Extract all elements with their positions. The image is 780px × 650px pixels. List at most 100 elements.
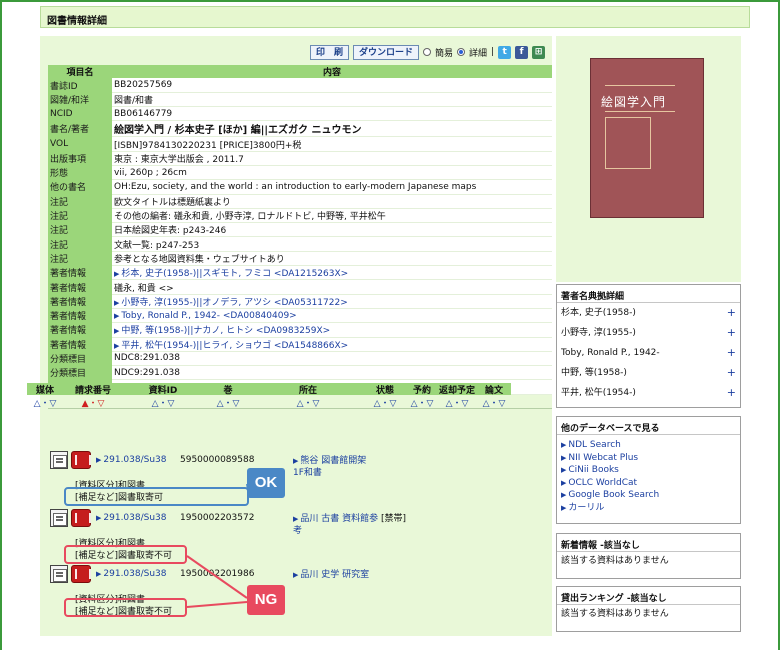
download-button[interactable]: ダウンロード — [353, 44, 420, 60]
link-triangle-icon: ▶ — [561, 491, 567, 500]
info-value: 東京 : 東京大学出版会 , 2011.7 — [112, 151, 552, 166]
info-key: 著者情報 — [48, 265, 112, 280]
expand-plus-icon[interactable]: + — [727, 303, 736, 323]
location: 熊谷 図書館開架 — [300, 456, 367, 466]
new-arrivals-message: 該当する資料はありません — [561, 556, 669, 566]
info-row: 形態 vii, 260p ; 26cm — [48, 165, 552, 181]
info-value: NDC9:291.038 — [112, 365, 552, 381]
sort-toggle[interactable]: △・▽ — [437, 396, 477, 409]
share-icon[interactable]: ⊞ — [532, 45, 546, 59]
info-value: その他の編者: 礒永和貴, 小野寺淳, ロナルドトビ, 中野等, 平井松午 — [112, 208, 552, 224]
ok-badge: OK — [247, 468, 285, 498]
author-link[interactable]: 平井, 松午(1954-)||ヒライ, ショウゴ <DA1548866X> — [121, 341, 348, 351]
twitter-icon[interactable]: t — [498, 45, 512, 59]
link-triangle-icon: ▶ — [114, 298, 120, 307]
link-triangle-icon: ▶ — [293, 457, 299, 465]
location: 品川 史学 研究室 — [300, 570, 370, 580]
new-arrivals-title: 新着情報 -該当なし — [557, 534, 740, 552]
print-button[interactable]: 印 刷 — [310, 44, 350, 60]
external-db-link[interactable]: ▶ NII Webcat Plus — [557, 452, 740, 465]
info-row: 注記 文献一覧: p247-253 — [48, 236, 552, 252]
info-key: 著者情報 — [48, 322, 112, 338]
holding-row: ▶ 291.038/Su38 1950002203572 ▶ 品川 古書 資料館参 [禁… — [50, 509, 550, 561]
author-link[interactable]: Toby, Ronald P., 1942- <DA00840409> — [121, 311, 296, 321]
external-db-label: CiNii Books — [568, 465, 619, 476]
authority-name: 中野, 等(1958-) — [561, 368, 627, 378]
expand-plus-icon[interactable]: + — [727, 323, 736, 343]
other-db-box: 他のデータベースで見る ▶ NDL Search ▶ NII Webcat Plus ▶… — [556, 416, 741, 524]
location-2: 考 — [293, 526, 303, 536]
detail-radio[interactable] — [457, 48, 466, 56]
detail-label: 詳細 — [469, 48, 488, 59]
link-triangle-icon: ▶ — [561, 478, 567, 487]
reserve-icon[interactable] — [71, 451, 91, 469]
sort-toggle[interactable]: △・▽ — [407, 396, 437, 409]
location: 品川 古書 資料館参 — [300, 514, 379, 524]
external-db-link[interactable]: ▶ NDL Search — [557, 439, 740, 452]
link-triangle-icon: ▶ — [114, 311, 120, 320]
info-key: 分類標目 — [48, 351, 112, 366]
link-triangle-icon: ▶ — [114, 327, 120, 336]
facebook-icon[interactable]: f — [515, 45, 529, 59]
authority-item: 杉本, 史子(1958-) + — [557, 303, 740, 323]
external-db-link[interactable]: ▶ カーリル — [557, 502, 740, 515]
info-row: 著者情報 ▶ 中野, 等(1958-)||ナカノ, ヒトシ <DA0983259X> — [48, 322, 552, 338]
reserve-icon[interactable] — [71, 509, 91, 527]
sort-toggle[interactable]: △・▽ — [203, 396, 253, 409]
info-value: 参考となる地図資料集・ウェブサイトあり — [112, 251, 552, 267]
external-db-link[interactable]: ▶ OCLC WorldCat — [557, 477, 740, 490]
call-number-link[interactable]: ▶ 291.038/Su38 — [96, 569, 167, 579]
info-value: 絵図学入門 / 杉本史子 [ほか] 編||エズガク ニュウモン — [112, 120, 552, 138]
external-db-link[interactable]: ▶ Google Book Search — [557, 489, 740, 502]
authority-box-title: 著者名典拠詳細 — [557, 285, 740, 303]
holdings-col-header: 状態 — [375, 386, 394, 396]
info-row: 著者情報 ▶ Toby, Ronald P., 1942- <DA00840409> — [48, 308, 552, 324]
info-key: 出版事項 — [48, 151, 112, 166]
info-key: 他の書名 — [48, 179, 112, 195]
col-header-key: 項目名 — [48, 65, 112, 78]
authority-box: 著者名典拠詳細 杉本, 史子(1958-) + 小野寺, 淳(1955-) + Toby… — [556, 284, 741, 408]
sort-toggle[interactable]: △・▽ — [123, 396, 203, 409]
info-row: 図雑/和洋 図書/和書 — [48, 92, 552, 108]
holdings-col-header: 資料ID — [148, 386, 178, 396]
link-triangle-icon: ▶ — [114, 341, 120, 350]
cover-panel: 絵図学入門 — [556, 36, 741, 282]
external-db-label: NII Webcat Plus — [568, 452, 639, 463]
sort-toggle[interactable]: △・▽ — [477, 396, 511, 409]
expand-plus-icon[interactable]: + — [727, 363, 736, 383]
expand-plus-icon[interactable]: + — [727, 343, 736, 363]
info-value: vii, 260p ; 26cm — [112, 165, 552, 181]
external-db-link[interactable]: ▶ CiNii Books — [557, 464, 740, 477]
author-link[interactable]: 小野寺, 淳(1955-)||オノデラ, アツシ <DA05311722> — [121, 298, 347, 308]
info-key: 注記 — [48, 236, 112, 252]
link-triangle-icon: ▶ — [96, 514, 102, 522]
sort-toggle[interactable]: △・▽ — [27, 396, 63, 409]
col-header-value: 内容 — [112, 65, 552, 78]
sort-toggle[interactable]: ▲・▽ — [63, 396, 123, 409]
sort-toggle[interactable]: △・▽ — [253, 396, 363, 409]
info-key: 著者情報 — [48, 279, 112, 295]
expand-plus-icon[interactable]: + — [727, 383, 736, 403]
toolbar: 印 刷 ダウンロード 簡易 詳細 | t f ⊞ — [310, 44, 546, 60]
link-triangle-icon: ▶ — [96, 456, 102, 464]
external-db-label: NDL Search — [568, 440, 621, 450]
reserve-icon[interactable] — [71, 565, 91, 583]
info-key: 注記 — [48, 208, 112, 223]
call-number-link[interactable]: ▶ 291.038/Su38 — [96, 513, 167, 523]
call-number: 291.038/Su38 — [103, 513, 167, 523]
location-link[interactable]: ▶ 品川 古書 資料館参 [禁帯] 考 — [293, 513, 406, 537]
page-title: 図書情報詳細 — [40, 6, 750, 28]
simple-label: 簡易 — [435, 48, 454, 59]
author-link[interactable]: 杉本, 史子(1958-)||スギモト, フミコ <DA1215263X> — [121, 269, 348, 279]
info-key: 著者情報 — [48, 294, 112, 309]
call-number-link[interactable]: ▶ 291.038/Su38 — [96, 455, 167, 465]
author-link[interactable]: 中野, 等(1958-)||ナカノ, ヒトシ <DA0983259X> — [121, 326, 330, 336]
location-link[interactable]: ▶ 熊谷 図書館開架 1F和書 — [293, 455, 366, 479]
info-row: 注記 日本絵図史年表: p243-246 — [48, 222, 552, 238]
book-type-icon — [50, 451, 68, 469]
simple-radio[interactable] — [423, 48, 432, 56]
location-link[interactable]: ▶ 品川 史学 研究室 — [293, 569, 369, 581]
link-triangle-icon: ▶ — [561, 453, 567, 462]
sort-toggle[interactable]: △・▽ — [363, 396, 407, 409]
info-key: 注記 — [48, 222, 112, 237]
